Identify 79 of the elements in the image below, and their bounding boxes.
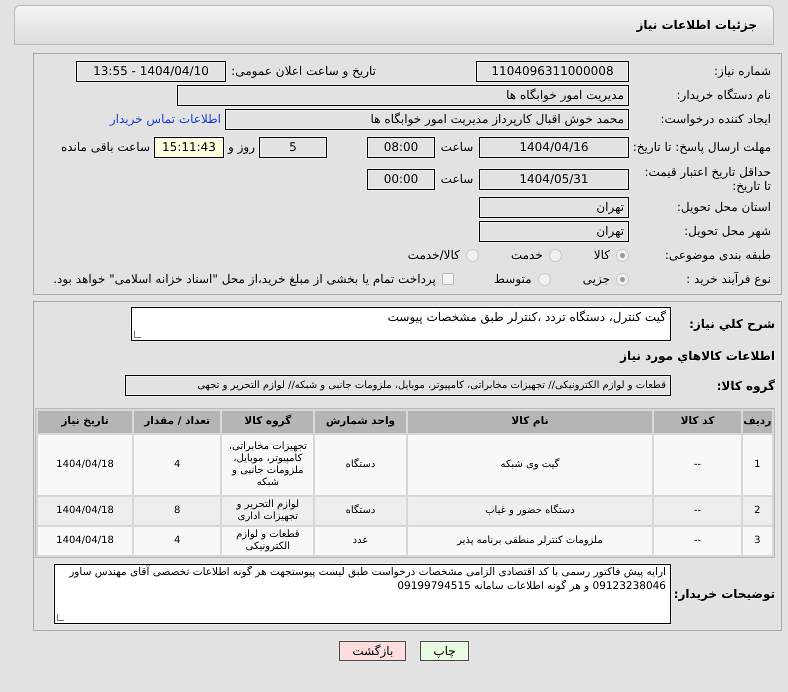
- field-label: نوع فرآیند خرید :: [685, 271, 771, 288]
- table-cell: دستگاه: [315, 435, 406, 495]
- description-textarea[interactable]: گیت کنترل، دستگاه تردد ،کنترلر طبق مشخصات پیوست: [131, 307, 671, 341]
- radio-button[interactable]: [616, 248, 629, 262]
- column-header: واحد شمارش: [315, 411, 406, 433]
- page-title: جزئیات اطلاعات نیاز: [636, 17, 757, 34]
- table-cell: --: [654, 435, 741, 495]
- radio-button[interactable]: [466, 248, 479, 262]
- table-cell: دستگاه حضور و غیاب: [408, 497, 652, 525]
- table-cell: 4: [134, 435, 220, 495]
- field-label: روز و: [226, 139, 256, 156]
- field-label: حداقل تاریخ اعتبار قیمت: تا تاریخ:: [643, 165, 771, 193]
- radio-label: كالا/خدمت: [408, 247, 460, 264]
- announce-date-field: 1404/04/10 - 13:55: [76, 60, 226, 82]
- table-cell: لوازم التحریر و تجهیزات اداری: [222, 497, 314, 525]
- back-button[interactable]: بازگشت: [339, 641, 406, 661]
- column-header: نام کالا: [408, 411, 652, 433]
- radio-label: جزیی: [582, 271, 610, 288]
- table-cell: 1: [742, 435, 772, 495]
- remaining-time-field: 15:11:43: [154, 136, 224, 158]
- radio-button[interactable]: [538, 272, 551, 286]
- table-cell: 1404/04/18: [38, 527, 132, 555]
- column-header: ردیف: [742, 411, 772, 433]
- field-label: نام دستگاه خریدار:: [676, 87, 771, 104]
- radio-button[interactable]: [548, 248, 562, 262]
- column-header: کد کالا: [654, 411, 741, 433]
- print-button[interactable]: چاپ: [420, 641, 469, 661]
- table-cell: --: [654, 497, 741, 525]
- table-cell: دستگاه: [315, 497, 406, 525]
- province-field: تهران: [479, 196, 629, 218]
- column-header: گروه کالا: [222, 411, 314, 433]
- buyer-contact-link[interactable]: اطلاعات تماس خریدار: [110, 110, 221, 128]
- table-cell: 4: [134, 527, 220, 555]
- days-field: 5: [259, 136, 327, 158]
- goods-group-field: قطعات و لوازم الکترونیکی// تجهیزات مخابراتی، کامپیوتر، موبایل، ملزومات جانبی و شبکه// لوازم التحریر و تجهی: [125, 375, 671, 396]
- table-cell: 3: [742, 527, 772, 555]
- field-label: ساعت: [440, 171, 474, 188]
- radio-label: متوسط: [494, 271, 532, 288]
- column-header: تاریخ نیاز: [38, 411, 132, 433]
- radio-button[interactable]: [616, 272, 629, 286]
- need-number-field: 1104096311000008: [476, 60, 629, 82]
- field-label: ایجاد کننده درخواست:: [659, 111, 771, 128]
- field-label: توضیحات خریدار:: [672, 586, 775, 603]
- buyer-notes-textarea[interactable]: ارایه پیش فاکتور رسمی با کد اقتصادی الزامی مشخصات درخواست طبق لیست پیوستجهت هر گونه اطلاعات تخصصی آقای مهندس ساور 09123238046 و هر گونه اطلاعات سامانه 09199794515: [54, 564, 671, 624]
- table-cell: --: [654, 527, 741, 555]
- field-label: تاریخ و ساعت اعلان عمومی:: [230, 63, 376, 80]
- field-label: شرح كلي نياز:: [688, 316, 775, 333]
- field-label: طبقه بندی موضوعی:: [664, 247, 771, 264]
- field-label: ساعت: [440, 139, 474, 156]
- deadline-date-field: 1404/04/16: [479, 136, 629, 158]
- field-label: استان محل تحویل:: [676, 199, 771, 216]
- checkbox[interactable]: [442, 273, 454, 285]
- table-cell: 1404/04/18: [38, 435, 132, 495]
- resize-handle-icon: [134, 331, 141, 338]
- field-label: ساعت باقی مانده: [60, 139, 150, 156]
- radio-label: كالا: [594, 247, 610, 264]
- table-cell: گیت وی شبکه: [408, 435, 652, 495]
- table-cell: تجهیزات مخابراتی، کامپیوتر، موبایل، ملزومات جانبی و شبکه: [222, 435, 314, 495]
- radio-label: خدمت: [510, 247, 543, 264]
- field-label: شماره نیاز:: [713, 63, 771, 80]
- field-label: شهر محل تحویل:: [683, 223, 771, 240]
- checkbox-label: پرداخت تمام یا بخشی از مبلغ خرید،از محل "اسناد خزانه اسلامی" خواهد بود.: [53, 271, 436, 288]
- section-title: اطلاعات كالاهاي مورد نياز: [618, 348, 775, 365]
- resize-handle-icon: [57, 614, 64, 621]
- field-label: گروه کالا:: [716, 378, 775, 394]
- city-field: تهران: [479, 220, 629, 242]
- table-cell: 8: [134, 497, 220, 525]
- deadline-time-field: 08:00: [367, 136, 435, 158]
- requester-field: محمد خوش اقبال کارپرداز مدیریت امور خوابگاه ها: [225, 108, 629, 130]
- table-cell: 1404/04/18: [38, 497, 132, 525]
- validity-date-field: 1404/05/31: [479, 168, 629, 190]
- table-cell: ملزومات کنترلر منطقی برنامه پذیر: [408, 527, 652, 555]
- column-header: تعداد / مقدار: [134, 411, 220, 433]
- table-cell: قطعات و لوازم الکترونیکی: [222, 527, 314, 555]
- table-cell: عدد: [315, 527, 406, 555]
- validity-time-field: 00:00: [367, 168, 435, 190]
- table-cell: 2: [742, 497, 772, 525]
- field-label: مهلت ارسال پاسخ: تا تاریخ:: [632, 140, 771, 154]
- buyer-org-field: مدیریت امور خوابگاه ها: [177, 84, 629, 106]
